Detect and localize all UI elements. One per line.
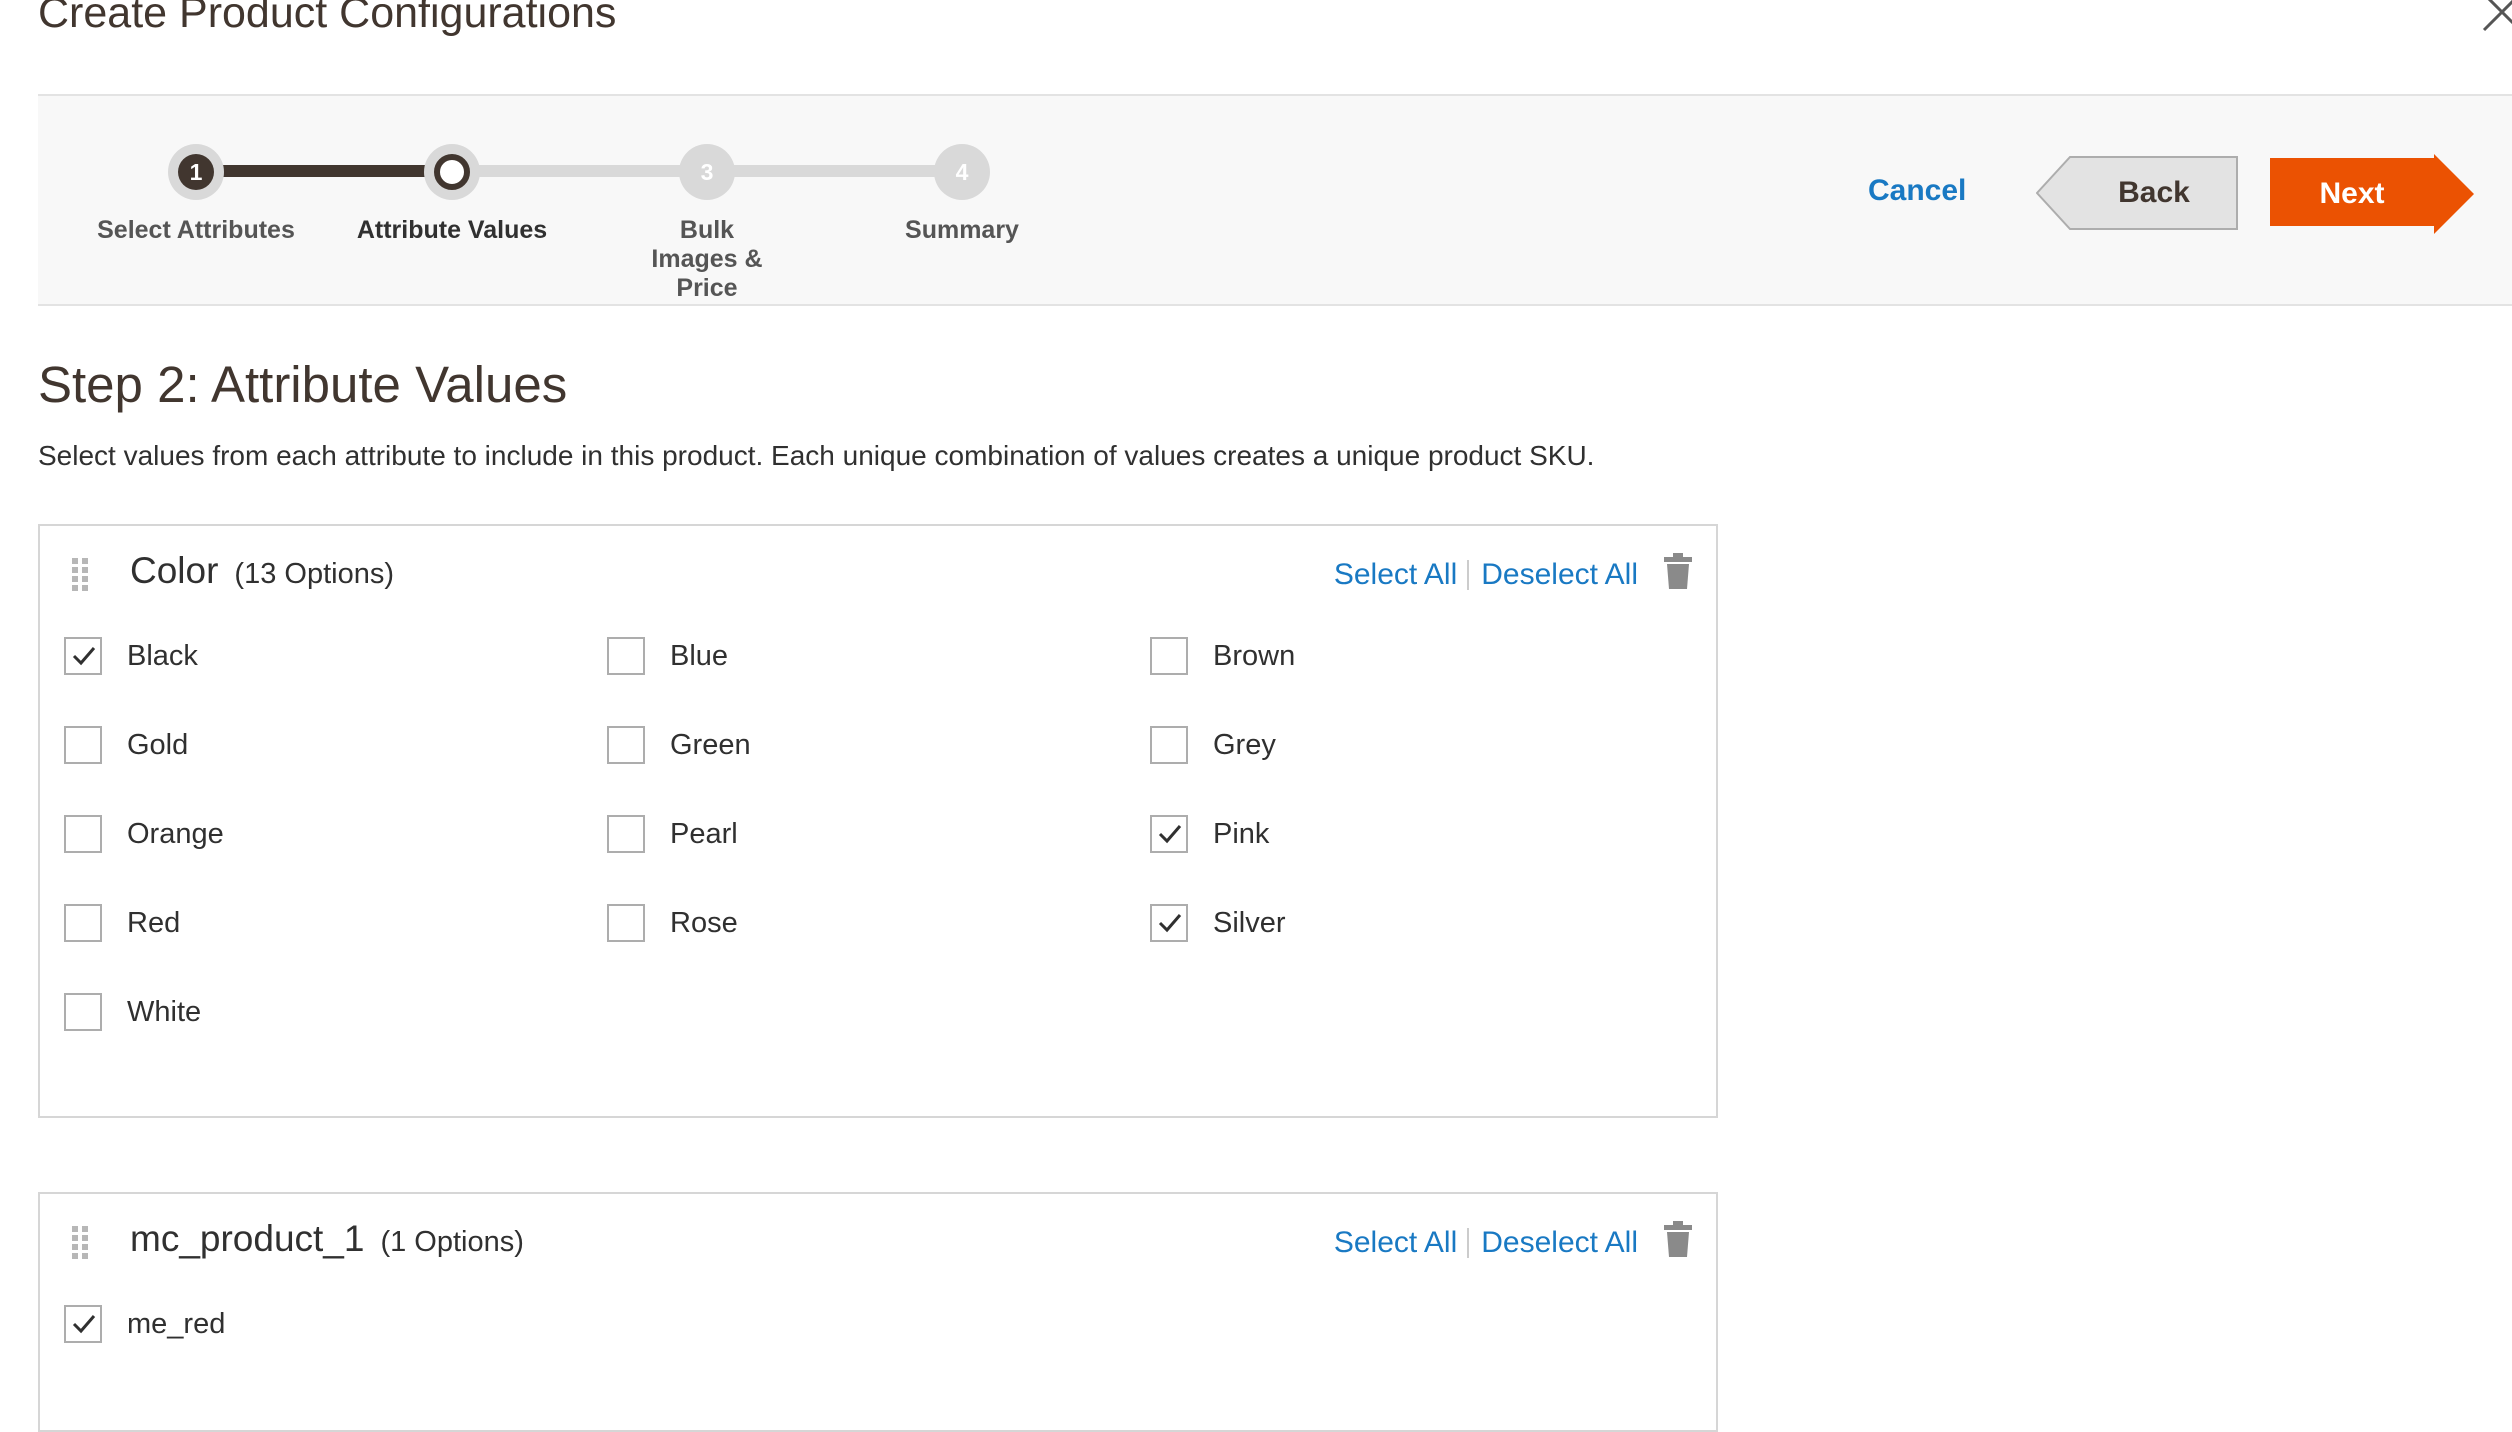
step-3-marker: 3 — [679, 144, 735, 200]
trash-icon[interactable] — [1662, 552, 1694, 590]
option-label: Silver — [1213, 906, 1286, 939]
option-label: Red — [127, 906, 181, 939]
attribute-section-mc-product-1: mc_product_1 (1 Options) Select All Desel… — [38, 1192, 1718, 1432]
attribute-section-color: Color (13 Options) Select All Deselect Al… — [38, 524, 1718, 1118]
next-button[interactable]: Next — [2270, 154, 2474, 234]
deselect-all-link[interactable]: Deselect All — [1481, 1226, 1638, 1260]
option-checkbox[interactable] — [607, 637, 645, 675]
option-checkbox[interactable] — [1150, 637, 1188, 675]
option-checkbox[interactable] — [607, 815, 645, 853]
checkmark-icon — [1158, 914, 1182, 933]
drag-handle-icon[interactable] — [72, 1226, 90, 1260]
option-checkbox[interactable] — [607, 726, 645, 764]
option-checkbox[interactable] — [64, 637, 102, 675]
attribute-title: mc_product_1 (1 Options) — [130, 1218, 524, 1260]
option-label: Orange — [127, 817, 224, 850]
option-checkbox[interactable] — [1150, 904, 1188, 942]
step-4-number: 4 — [955, 158, 969, 185]
option-checkbox[interactable] — [64, 1305, 102, 1343]
option-checkbox[interactable] — [1150, 815, 1188, 853]
attribute-actions: Select All Deselect All — [1334, 558, 1638, 592]
option-checkbox[interactable] — [64, 904, 102, 942]
step-heading: Step 2: Attribute Values — [38, 356, 568, 413]
select-all-link[interactable]: Select All — [1334, 1226, 1457, 1260]
step-1-number: 1 — [178, 154, 214, 190]
option-label: Rose — [670, 906, 738, 939]
option-label: Brown — [1213, 639, 1296, 672]
option-checkbox[interactable] — [64, 726, 102, 764]
option-label: Pink — [1213, 817, 1270, 850]
attribute-option-count: (13 Options) — [234, 558, 394, 590]
drag-handle-icon[interactable] — [72, 558, 90, 592]
option-item[interactable]: Red — [64, 903, 180, 943]
option-item[interactable]: Rose — [607, 903, 738, 943]
step-2-marker — [424, 144, 480, 200]
option-checkbox[interactable] — [64, 815, 102, 853]
option-label: Green — [670, 728, 751, 761]
step-3-label: Bulk Images & Price — [651, 216, 763, 302]
select-all-link[interactable]: Select All — [1334, 558, 1457, 592]
link-divider — [1467, 560, 1470, 590]
attribute-name: Color — [130, 550, 219, 591]
attribute-title: Color (13 Options) — [130, 550, 394, 592]
option-label: me_red — [127, 1307, 226, 1340]
step-1-label[interactable]: Select Attributes — [66, 216, 326, 245]
step-description: Select values from each attribute to inc… — [38, 440, 1595, 471]
option-checkbox[interactable] — [1150, 726, 1188, 764]
next-button-label: Next — [2319, 177, 2385, 210]
back-button[interactable]: Back — [2036, 156, 2238, 230]
back-button-label: Back — [2118, 176, 2190, 209]
close-icon[interactable] — [2476, 0, 2512, 36]
attribute-name: mc_product_1 — [130, 1218, 365, 1259]
checkmark-icon — [72, 1315, 96, 1334]
option-checkbox[interactable] — [64, 993, 102, 1031]
option-label: Gold — [127, 728, 189, 761]
step-3-number: 3 — [700, 158, 714, 185]
option-label: Blue — [670, 639, 729, 672]
link-divider — [1467, 1228, 1470, 1258]
option-item[interactable]: me_red — [64, 1304, 225, 1344]
step-1-marker[interactable]: 1 — [168, 144, 224, 200]
step-2-number — [434, 154, 470, 190]
option-label: White — [127, 995, 202, 1028]
checkmark-icon — [72, 647, 96, 666]
option-label: Grey — [1213, 728, 1276, 761]
option-item[interactable]: Green — [607, 725, 751, 765]
step-4-label: Summary — [905, 216, 1019, 244]
option-label: Pearl — [670, 817, 738, 850]
option-checkbox[interactable] — [607, 904, 645, 942]
option-item[interactable]: Brown — [1150, 636, 1295, 676]
option-item[interactable]: Grey — [1150, 725, 1276, 765]
step-4-marker: 4 — [934, 144, 990, 200]
trash-icon[interactable] — [1662, 1220, 1694, 1258]
option-item[interactable]: Orange — [64, 814, 224, 854]
option-item[interactable]: Blue — [607, 636, 728, 676]
attribute-option-count: (1 Options) — [380, 1226, 524, 1258]
option-label: Black — [127, 639, 198, 672]
option-item[interactable]: Pink — [1150, 814, 1269, 854]
cancel-button[interactable]: Cancel — [1868, 174, 1966, 208]
checkmark-icon — [1158, 825, 1182, 844]
option-item[interactable]: Black — [64, 636, 198, 676]
option-item[interactable]: White — [64, 992, 201, 1032]
deselect-all-link[interactable]: Deselect All — [1481, 558, 1638, 592]
progress-track-done — [193, 165, 447, 177]
option-item[interactable]: Gold — [64, 725, 188, 765]
option-item[interactable]: Pearl — [607, 814, 738, 854]
step-2-label: Attribute Values — [356, 216, 548, 244]
attribute-actions: Select All Deselect All — [1334, 1226, 1638, 1260]
option-item[interactable]: Silver — [1150, 903, 1286, 943]
modal-title: Create Product Configurations — [38, 0, 617, 37]
